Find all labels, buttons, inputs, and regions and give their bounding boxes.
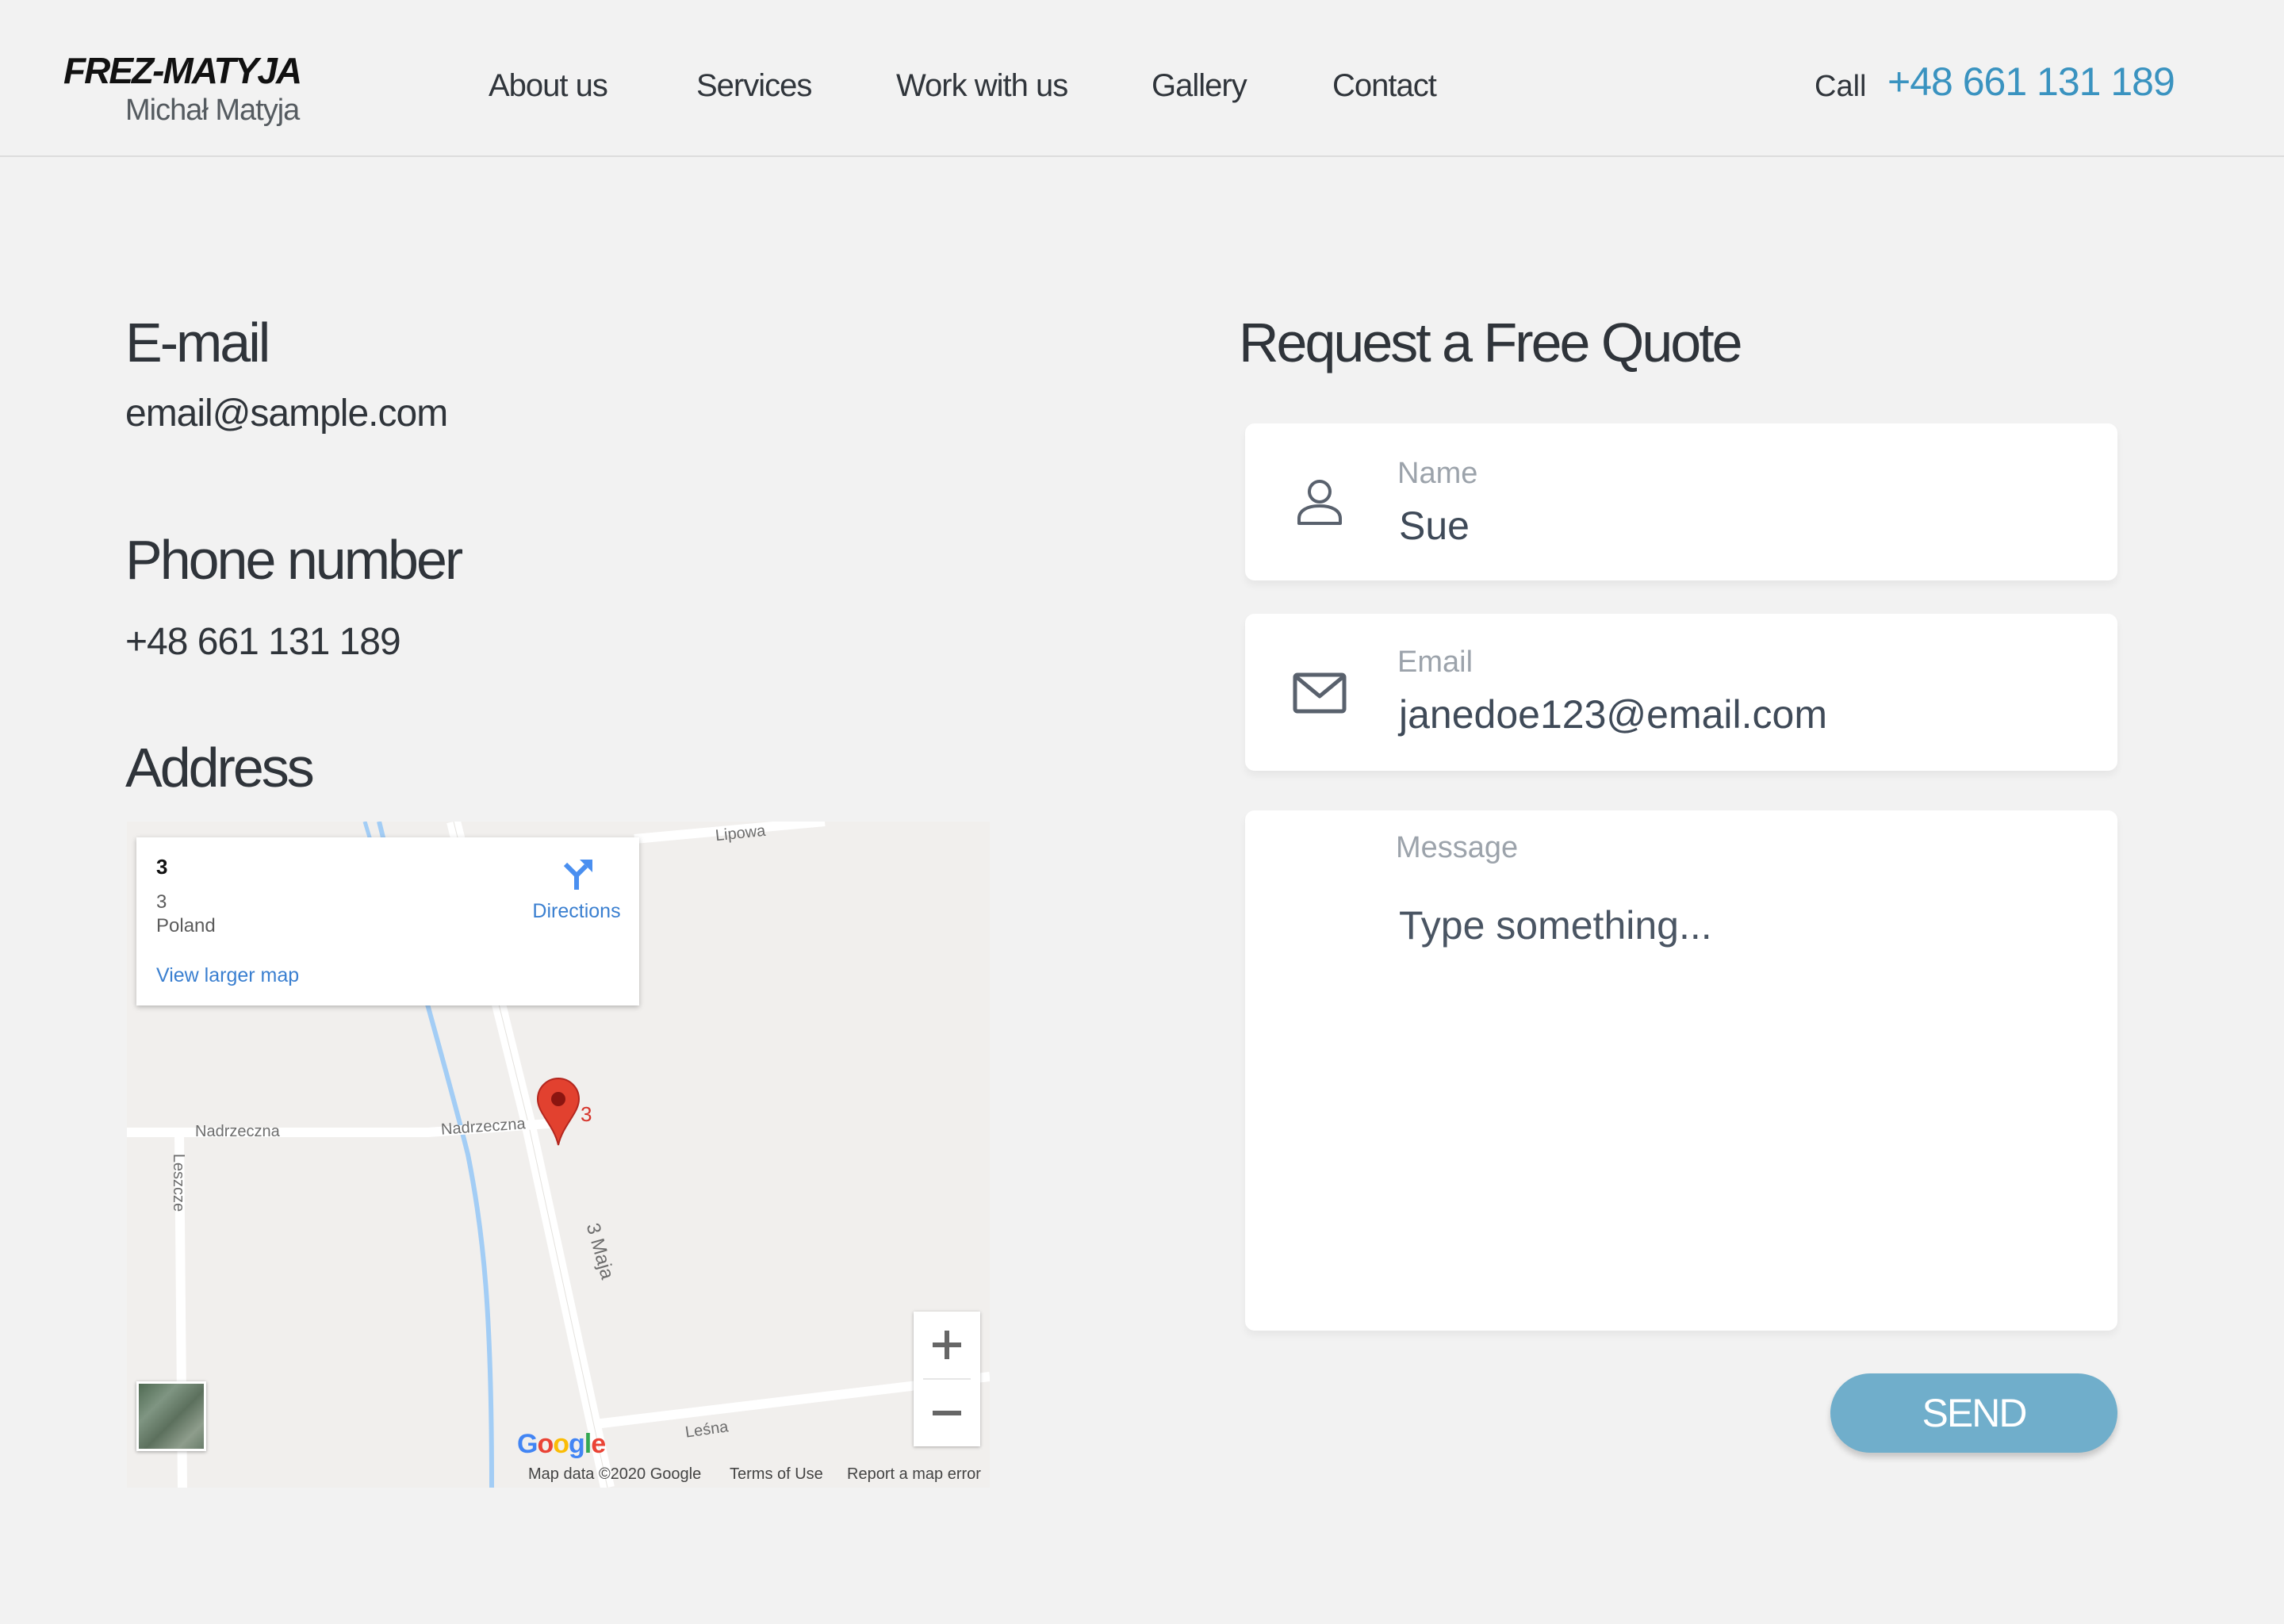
nav-services[interactable]: Services: [696, 68, 812, 104]
phone-heading: Phone number: [125, 529, 463, 591]
email-value[interactable]: email@sample.com: [125, 392, 448, 435]
message-field[interactable]: Message Type something...: [1245, 810, 2117, 1331]
map-info-title: 3: [156, 855, 168, 879]
logo-title[interactable]: FREZ-MATYJA: [63, 49, 302, 92]
map-marker-icon[interactable]: [536, 1077, 581, 1147]
directions-label: Directions: [532, 900, 621, 922]
site-header: FREZ-MATYJA Michał Matyja About us Servi…: [0, 0, 2284, 157]
google-map[interactable]: Lipowa Nadrzeczna Nadrzeczna Leszcze 3 M…: [127, 822, 990, 1488]
map-info-card: 3 3 Poland View larger map Directions: [136, 837, 639, 1005]
email-label: Email: [1397, 645, 1473, 679]
directions-button[interactable]: Directions: [517, 856, 636, 923]
envelope-icon: [1293, 672, 1347, 714]
nav-about-us[interactable]: About us: [489, 68, 608, 104]
minus-icon: [933, 1411, 961, 1415]
map-info-country: Poland: [156, 915, 216, 936]
map-data-credit: Map data ©2020 Google: [528, 1465, 702, 1483]
plus-icon: [933, 1331, 961, 1359]
map-marker-label: 3: [581, 1102, 592, 1126]
road-label-leszcze: Leszcze: [170, 1153, 188, 1212]
terms-of-use-link[interactable]: Terms of Use: [730, 1465, 823, 1484]
email-field[interactable]: Email janedoe123@email.com: [1245, 614, 2117, 771]
directions-icon: [563, 860, 592, 890]
message-textarea[interactable]: Type something...: [1399, 902, 1712, 948]
phone-value[interactable]: +48 661 131 189: [125, 620, 401, 664]
name-field[interactable]: Name Sue: [1245, 423, 2117, 580]
call-label: Call: [1815, 70, 1867, 103]
name-label: Name: [1397, 457, 1478, 490]
map-info-address: 3: [156, 891, 167, 913]
quote-form-heading: Request a Free Quote: [1239, 312, 1743, 373]
map-zoom-controls: [914, 1312, 980, 1446]
nav-work-with-us[interactable]: Work with us: [896, 68, 1068, 104]
send-button[interactable]: SEND: [1830, 1373, 2117, 1453]
nav-gallery[interactable]: Gallery: [1152, 68, 1247, 104]
road-label-nadrzeczna-left: Nadrzeczna: [195, 1123, 280, 1140]
nav-contact[interactable]: Contact: [1332, 68, 1437, 104]
email-input[interactable]: janedoe123@email.com: [1399, 691, 1827, 737]
zoom-in-button[interactable]: [914, 1312, 980, 1378]
email-heading: E-mail: [125, 312, 270, 373]
call-phone-link[interactable]: +48 661 131 189: [1887, 59, 2175, 105]
user-icon: [1297, 480, 1342, 525]
message-label: Message: [1396, 831, 1519, 864]
zoom-out-button[interactable]: [914, 1380, 980, 1446]
google-logo: Google: [517, 1429, 606, 1459]
logo-subtitle: Michał Matyja: [125, 94, 300, 127]
view-larger-map-link[interactable]: View larger map: [156, 964, 299, 987]
address-heading: Address: [125, 737, 315, 799]
name-input[interactable]: Sue: [1399, 503, 1470, 549]
satellite-view-toggle[interactable]: [136, 1381, 206, 1451]
report-map-error-link[interactable]: Report a map error: [847, 1465, 981, 1484]
